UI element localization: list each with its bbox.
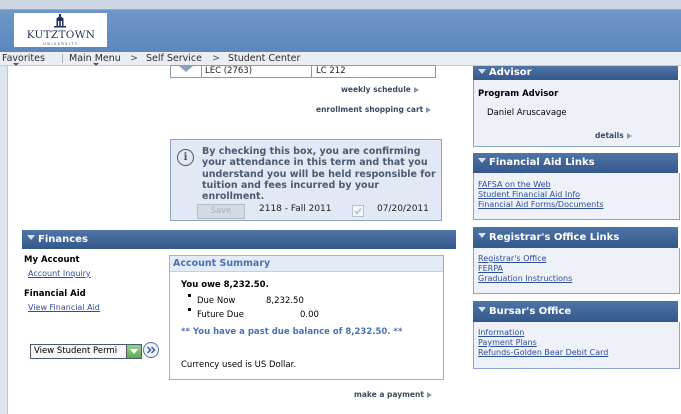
make-payment-label: make a payment bbox=[354, 390, 424, 399]
view-financial-aid-link[interactable]: View Financial Aid bbox=[28, 303, 100, 312]
finances-header[interactable]: Finances bbox=[22, 230, 456, 249]
term-label: 2118 - Fall 2011 bbox=[259, 204, 332, 214]
right-arrow-icon bbox=[413, 87, 419, 93]
make-payment-link[interactable]: make a payment bbox=[354, 390, 432, 399]
finances-title: Finances bbox=[38, 234, 88, 245]
advisor-header[interactable]: Advisor bbox=[473, 66, 678, 80]
future-due-label: Future Due bbox=[197, 310, 244, 320]
advisor-title: Advisor bbox=[489, 67, 532, 78]
due-now-label: Due Now bbox=[197, 296, 236, 306]
collapse-triangle-icon bbox=[478, 233, 486, 238]
breadcrumb-separator: > bbox=[130, 53, 138, 64]
account-summary-title: Account Summary bbox=[173, 258, 271, 269]
collapse-triangle-icon bbox=[478, 69, 486, 74]
nav-divider bbox=[62, 54, 63, 63]
refunds-link[interactable]: Refunds-Golden Bear Debit Card bbox=[478, 348, 608, 357]
right-arrow-icon bbox=[626, 133, 632, 139]
schedule-table: LEC (2763) LC 212 bbox=[170, 65, 436, 78]
ferpa-link[interactable]: FERPA bbox=[478, 264, 503, 273]
account-inquiry-link[interactable]: Account Inquiry bbox=[28, 269, 91, 278]
logo-subtext: UNIVERSITY bbox=[43, 42, 79, 46]
logo-wordmark: KUTZTOWN bbox=[26, 29, 96, 41]
attendance-checkbox[interactable] bbox=[352, 205, 364, 217]
checkmark-icon bbox=[354, 208, 362, 215]
confirmation-date: 07/20/2011 bbox=[377, 204, 429, 214]
fafsa-link[interactable]: FAFSA on the Web bbox=[478, 180, 551, 189]
go-button[interactable] bbox=[143, 342, 159, 358]
student-action-select[interactable]: View Student Permi bbox=[30, 344, 142, 359]
bursar-title: Bursar's Office bbox=[489, 306, 572, 317]
registrar-links-title: Registrar's Office Links bbox=[489, 232, 620, 243]
weekly-schedule-label: weekly schedule bbox=[341, 85, 411, 94]
save-button[interactable]: Save bbox=[197, 204, 245, 219]
financial-aid-links-title: Financial Aid Links bbox=[489, 157, 595, 168]
table-divider bbox=[311, 66, 312, 77]
financial-aid-links-panel: FAFSA on the Web Student Financial Aid I… bbox=[473, 173, 680, 220]
future-due-value: 0.00 bbox=[300, 310, 319, 320]
bursar-information-link[interactable]: Information bbox=[478, 328, 524, 337]
account-summary-panel: Account Summary You owe 8,232.50. Due No… bbox=[169, 255, 444, 380]
graduation-instructions-link[interactable]: Graduation Instructions bbox=[478, 274, 572, 283]
kutztown-logo[interactable]: KUTZTOWN UNIVERSITY bbox=[14, 13, 107, 47]
bursar-panel: Information Payment Plans Refunds-Golden… bbox=[473, 322, 680, 369]
schedule-class-cell: LEC (2763) bbox=[205, 66, 253, 76]
collapse-triangle-icon bbox=[27, 235, 35, 240]
double-chevron-right-icon bbox=[146, 346, 156, 354]
left-border-strip bbox=[0, 66, 8, 414]
bullet-icon bbox=[188, 294, 191, 297]
registrar-links-header[interactable]: Registrar's Office Links bbox=[473, 227, 678, 248]
advisor-panel: Program Advisor Daniel Aruscavage detail… bbox=[473, 80, 680, 147]
main-menu-dropdown-icon[interactable] bbox=[93, 63, 99, 66]
past-due-notice: ** You have a past due balance of 8,232.… bbox=[181, 327, 403, 337]
bullet-icon bbox=[188, 308, 191, 311]
financial-aid-links-header[interactable]: Financial Aid Links bbox=[473, 153, 678, 173]
account-summary-header: Account Summary bbox=[170, 256, 443, 272]
registrar-office-link[interactable]: Registrar's Office bbox=[478, 254, 546, 263]
collapse-triangle-icon bbox=[478, 158, 486, 163]
breadcrumb-nav: Favorites Main Menu > Self Service > Stu… bbox=[0, 52, 681, 66]
weekly-schedule-link[interactable]: weekly schedule bbox=[341, 85, 419, 94]
schedule-arrow-icon bbox=[179, 66, 193, 72]
schedule-room-cell: LC 212 bbox=[316, 66, 346, 76]
shopping-cart-link[interactable]: enrollment shopping cart bbox=[316, 105, 432, 114]
nav-favorites[interactable]: Favorites bbox=[2, 53, 45, 64]
amount-owed: You owe 8,232.50. bbox=[181, 280, 269, 290]
info-icon: i bbox=[177, 149, 194, 166]
currency-note: Currency used is US Dollar. bbox=[181, 360, 297, 370]
browser-toolbar bbox=[0, 0, 681, 10]
my-account-heading: My Account bbox=[24, 255, 80, 265]
advisor-name: Daniel Aruscavage bbox=[487, 108, 567, 118]
payment-plans-link[interactable]: Payment Plans bbox=[478, 338, 537, 347]
right-arrow-icon bbox=[426, 107, 432, 113]
due-now-value: 8,232.50 bbox=[266, 296, 304, 306]
shopping-cart-label: enrollment shopping cart bbox=[316, 105, 424, 114]
collapse-triangle-icon bbox=[478, 307, 486, 312]
nav-self-service[interactable]: Self Service bbox=[146, 53, 202, 64]
student-financial-aid-info-link[interactable]: Student Financial Aid Info bbox=[478, 190, 580, 199]
attendance-confirmation-box: i By checking this box, you are confirmi… bbox=[170, 139, 442, 221]
program-advisor-label: Program Advisor bbox=[478, 89, 559, 99]
chevron-down-icon bbox=[130, 349, 138, 354]
confirmation-text: By checking this box, you are confirming… bbox=[202, 146, 436, 203]
favorites-dropdown-icon[interactable] bbox=[13, 63, 19, 66]
nav-student-center: Student Center bbox=[228, 53, 301, 64]
logo-crest-icon bbox=[54, 14, 66, 28]
dropdown-button[interactable] bbox=[126, 345, 141, 358]
registrar-links-panel: Registrar's Office FERPA Graduation Inst… bbox=[473, 248, 680, 294]
details-label: details bbox=[595, 131, 624, 140]
financial-aid-forms-link[interactable]: Financial Aid Forms/Documents bbox=[478, 200, 604, 209]
right-arrow-icon bbox=[426, 392, 432, 398]
select-value: View Student Permi bbox=[34, 346, 118, 356]
financial-aid-heading: Financial Aid bbox=[24, 289, 86, 299]
right-sidebar: Advisor Program Advisor Daniel Aruscavag… bbox=[470, 66, 681, 414]
advisor-details-link[interactable]: details bbox=[595, 131, 632, 140]
schedule-icon-cell bbox=[171, 66, 202, 77]
breadcrumb-separator: > bbox=[212, 53, 220, 64]
bursar-header[interactable]: Bursar's Office bbox=[473, 301, 678, 322]
